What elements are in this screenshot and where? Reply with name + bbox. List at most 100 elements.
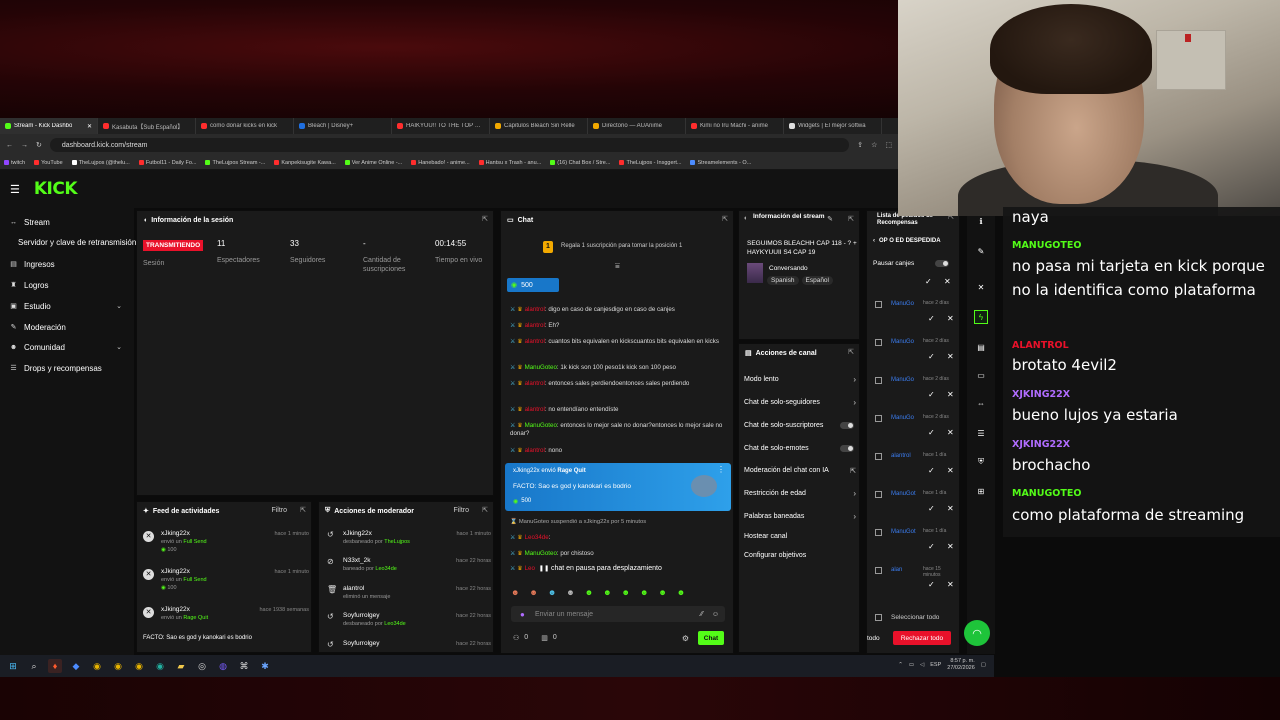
mod-filter-button[interactable]: Filtro: [453, 507, 469, 514]
request-checkbox[interactable]: [875, 567, 882, 574]
bookmark[interactable]: YouTube: [34, 160, 63, 166]
popout-icon[interactable]: ⇱: [848, 215, 854, 223]
chat-message[interactable]: ⚔ ♛ ManuGoteo: entonces lo mejor sale no…: [510, 422, 726, 438]
list-icon[interactable]: ☰: [974, 426, 988, 440]
bookmark[interactable]: Kanpekisugite Kawa...: [274, 160, 336, 166]
chat-message[interactable]: ⌛ ManuGoteo suspendió a xJking22x por 5 …: [510, 518, 726, 526]
chat-username[interactable]: Leo: [525, 565, 535, 572]
popout-icon[interactable]: ⇱: [850, 467, 856, 475]
chat-username[interactable]: ManuGoteo: [519, 519, 549, 525]
request-user[interactable]: ManuGo: [891, 377, 914, 383]
request-checkbox[interactable]: [875, 301, 882, 308]
reward-request-row[interactable]: ManuGo hace 2 días ✓ ✕: [873, 298, 957, 336]
channel-action[interactable]: Configurar objetivos: [744, 552, 856, 559]
chat-username[interactable]: alantrol: [525, 380, 545, 387]
reject-icon[interactable]: ✕: [947, 390, 954, 399]
browser-tab[interactable]: Kimi no Iru Machi - anime: [686, 118, 784, 134]
more-options-icon[interactable]: ⋮: [717, 465, 725, 474]
bookmark[interactable]: TheLujpos (@thelu...: [71, 160, 130, 166]
mod-action-row[interactable]: ↺ Soyfurrolgey desbaneado por Leo34de hace …: [325, 612, 491, 628]
request-checkbox[interactable]: [875, 377, 882, 384]
x-icon[interactable]: ✕: [974, 280, 988, 294]
popout-icon[interactable]: ⇱: [482, 215, 488, 223]
reject-icon[interactable]: ✕: [947, 466, 954, 475]
channel-action[interactable]: Restricción de edad ›: [744, 489, 856, 498]
reject-icon[interactable]: ✕: [947, 352, 954, 361]
channel-action[interactable]: Chat de solo-seguidores ›: [744, 398, 856, 407]
kicks-leaderboard-badge[interactable]: ◉ 500: [507, 278, 559, 292]
emote-icon[interactable]: ☻: [622, 588, 630, 600]
chevron-up-icon[interactable]: ⌃: [898, 662, 903, 669]
edge-icon[interactable]: ◉: [153, 659, 167, 673]
grid-icon[interactable]: ⊞: [974, 484, 988, 498]
emote-icon[interactable]: ☻: [529, 588, 537, 600]
channel-action[interactable]: Moderación del chat con IA ⇱: [744, 467, 856, 475]
bookmark[interactable]: Hantsu x Trash - anu...: [478, 160, 541, 166]
chat-message[interactable]: ⚔ ♛ alantrol: Eh?: [510, 322, 726, 330]
sidebar-item-comunidad[interactable]: ☻ Comunidad ⌄: [0, 338, 134, 356]
approve-icon[interactable]: ✓: [928, 352, 935, 361]
gift-icon[interactable]: ▥: [541, 634, 548, 642]
clock[interactable]: 8:57 p. m. 27/02/2026: [947, 658, 975, 672]
reject-icon[interactable]: ✕: [947, 504, 954, 513]
mod-action-by[interactable]: Leo34de: [384, 621, 405, 627]
chat-username[interactable]: ManuGoteo: [525, 550, 557, 557]
info-icon[interactable]: ℹ: [974, 214, 988, 228]
reward-request-row[interactable]: ManuGot hace 1 día ✓ ✕: [873, 488, 957, 526]
users-icon[interactable]: ⚇: [513, 634, 519, 642]
approve-icon[interactable]: ✓: [928, 390, 935, 399]
bookmark[interactable]: (16) Chat Box / Stre...: [550, 160, 610, 166]
popout-icon[interactable]: ⇱: [300, 506, 306, 514]
menu-icon[interactable]: ☰: [10, 183, 20, 196]
emote-icon[interactable]: ☻: [566, 588, 574, 600]
mic-icon[interactable]: ●: [520, 610, 525, 619]
bookmark[interactable]: Futbol11 - Daily Fo...: [138, 160, 196, 166]
reject-icon[interactable]: ✕: [947, 314, 954, 323]
popout-icon[interactable]: ⇱: [848, 348, 854, 356]
approve-icon[interactable]: ✓: [928, 580, 935, 589]
chat-username[interactable]: alantrol: [525, 306, 545, 313]
channel-action[interactable]: Chat de solo-emotes: [744, 445, 856, 452]
request-user[interactable]: ManuGot: [891, 529, 916, 535]
pause-toggle[interactable]: [935, 260, 949, 267]
reload-icon[interactable]: ↻: [36, 141, 42, 149]
browser-tab[interactable]: como donar kicks en kick: [196, 118, 294, 134]
bookmark[interactable]: TheLujpos - Insggert...: [619, 160, 681, 166]
chat-message[interactable]: ⚔ ♛ ManuGoteo: por chistoso: [510, 550, 726, 558]
reject-icon[interactable]: ✕: [947, 580, 954, 589]
back-icon[interactable]: ←: [6, 142, 13, 149]
mod-action-by[interactable]: Leo34de: [375, 566, 396, 572]
channel-action[interactable]: Chat de solo-suscriptores: [744, 422, 856, 429]
chat-username[interactable]: alantrol: [525, 406, 545, 413]
toggle-switch[interactable]: [840, 445, 854, 452]
lightning-icon[interactable]: ϟ: [974, 310, 988, 324]
approve-icon[interactable]: ✓: [928, 542, 935, 551]
bookmark[interactable]: TheLujpos Stream -...: [205, 160, 265, 166]
bookmark[interactable]: Streamelements - O...: [690, 160, 751, 166]
browser-tab[interactable]: Widgets | El mejor softwa: [784, 118, 882, 134]
browser-tab[interactable]: Directorio — AUAnime: [588, 118, 686, 134]
request-user[interactable]: ManuGot: [891, 491, 916, 497]
reject-all-button[interactable]: Rechazar todo: [893, 631, 951, 645]
kick-logo[interactable]: KICK: [34, 179, 78, 199]
sidebar-item-drops[interactable]: ☰ Drops y recompensas: [0, 359, 134, 377]
mod-action-row[interactable]: ↺ Soyfurrolgey hace 22 horas: [325, 640, 491, 649]
chat-message[interactable]: ⚔ ♛ Leo34de:: [510, 534, 726, 542]
browser-tab[interactable]: Bleach | Disney+: [294, 118, 392, 134]
emote-icon[interactable]: ☻: [511, 588, 519, 600]
approve-all-button[interactable]: todo: [867, 635, 880, 642]
chat-username[interactable]: ManuGoteo: [525, 364, 557, 371]
request-checkbox[interactable]: [875, 491, 882, 498]
request-user[interactable]: ManuGo: [891, 339, 914, 345]
reward-request-row[interactable]: alantrol hace 1 día ✓ ✕: [873, 450, 957, 488]
emote-icon[interactable]: ☻: [603, 588, 611, 600]
chat-message[interactable]: ⚔ ♛ alantrol: nono: [510, 447, 726, 455]
chat-message[interactable]: ⚔ ♛ alantrol: cuantos bits equivalen en …: [510, 338, 726, 346]
approve-icon[interactable]: ✓: [928, 314, 935, 323]
emote-picker-icon[interactable]: ⁄⁄: [701, 611, 703, 618]
emote-icon[interactable]: ☻: [677, 588, 685, 600]
browser-tab[interactable]: Kasabuta【Sub Español】: [98, 118, 196, 134]
channel-action[interactable]: Palabras baneadas ›: [744, 512, 856, 521]
edit-icon[interactable]: ✎: [827, 215, 833, 223]
sidebar-item-estudio[interactable]: ▣ Estudio ⌄: [0, 297, 134, 315]
